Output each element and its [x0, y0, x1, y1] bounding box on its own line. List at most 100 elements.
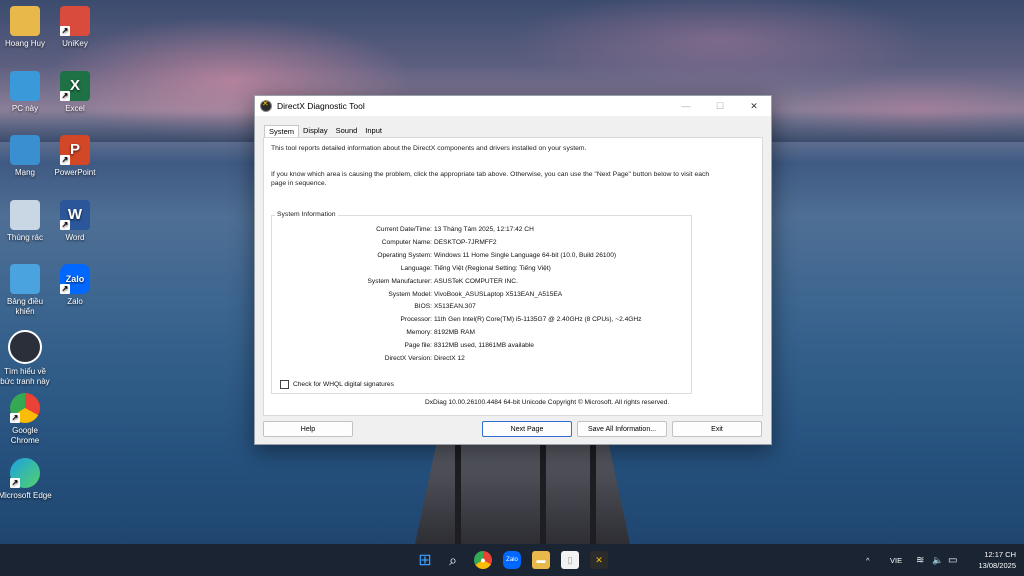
next-page-button[interactable]: Next Page [482, 421, 572, 437]
search-button[interactable]: ⌕ [444, 551, 462, 569]
desktop-icon[interactable]: W ↗ Word [47, 200, 103, 243]
input-language-indicator[interactable]: VIE [890, 544, 902, 576]
zalo-icon: Zalo [506, 557, 518, 563]
desktop-icon-label: Word [65, 233, 85, 242]
tab-input[interactable]: Input [361, 125, 386, 137]
system-info-value: VivoBook_ASUSLaptop X513EAN_A515EA [434, 290, 563, 298]
desktop-icon[interactable]: P ↗ PowerPoint [47, 135, 103, 178]
show-hidden-icons-button[interactable]: ^ [866, 544, 870, 576]
word-icon: W ↗ [60, 200, 90, 230]
system-info-row: Current Date/Time: 13 Tháng Tám 2025, 12:… [272, 226, 691, 238]
desktop-icon[interactable]: Tìm hiểu về bức tranh này [0, 330, 53, 387]
copyright-text: DxDiag 10.00.26100.4484 64-bit Unicode C… [425, 399, 670, 406]
system-info-value: Tiếng Việt (Regional Setting: Tiếng Việt… [434, 264, 551, 272]
wallpaper-pier [415, 443, 630, 544]
minimize-button[interactable]: — [669, 96, 703, 116]
battery-icon[interactable]: ▭ [948, 544, 957, 576]
whql-checkbox[interactable]: Check for WHQL digital signatures [280, 380, 394, 389]
zalo-icon: Zalo ↗ [60, 264, 90, 294]
system-info-value: DirectX 12 [434, 355, 465, 362]
desktop-icon[interactable]: ↗ UniKey [47, 6, 103, 49]
desktop-icon-label: Mạng [14, 168, 35, 177]
powerpoint-icon: P ↗ [60, 135, 90, 165]
dxdiag-taskbar[interactable]: ✕ [590, 551, 608, 569]
maximize-button[interactable]: ☐ [703, 96, 737, 116]
shortcut-arrow-icon: ↗ [60, 91, 70, 101]
desktop-icon[interactable]: X ↗ Excel [47, 71, 103, 114]
close-button[interactable]: ✕ [737, 96, 771, 116]
desktop-icon-label: Zalo [67, 297, 83, 306]
shortcut-arrow-icon: ↗ [60, 284, 70, 294]
windows-start-icon: ⊞ [418, 552, 432, 569]
chrome-icon: ● [480, 555, 486, 565]
tab-sound[interactable]: Sound [332, 125, 362, 137]
shortcut-arrow-icon: ↗ [60, 220, 70, 230]
pier-beam [540, 443, 546, 544]
system-info-row: Operating System: Windows 11 Home Single … [272, 252, 691, 264]
notepad-taskbar[interactable]: ▯ [561, 551, 579, 569]
system-info-label: Current Date/Time: [376, 226, 432, 233]
document-icon: ▯ [567, 554, 573, 565]
checkbox-box[interactable] [280, 380, 289, 389]
directx-icon: ✕ [595, 554, 603, 565]
desktop-icon[interactable]: Zalo ↗ Zalo [47, 264, 103, 307]
system-info-value: ASUSTeK COMPUTER INC. [434, 277, 518, 285]
desktop-icon[interactable]: ↗ Google Chrome [0, 393, 53, 446]
dxdiag-window: DirectX Diagnostic Tool — ☐ ✕ System Dis… [254, 95, 772, 445]
network-icon [10, 135, 40, 165]
start-button[interactable]: ⊞ [416, 551, 434, 569]
system-info-value: 8312MB used, 11861MB available [434, 342, 534, 350]
desktop-icon-label: UniKey [62, 39, 88, 48]
system-info-label: System Model: [388, 290, 432, 298]
desktop-icon-label: Google Chrome [10, 426, 40, 445]
desktop-icon-label: PC này [11, 104, 39, 113]
exit-button[interactable]: Exit [672, 421, 762, 437]
help-button[interactable]: Help [263, 421, 353, 437]
shortcut-arrow-icon: ↗ [60, 155, 70, 165]
tab-display[interactable]: Display [299, 125, 332, 137]
shortcut-arrow-icon: ↗ [10, 413, 20, 423]
desktop-icon[interactable]: Thùng rác [0, 200, 53, 243]
system-info-label: Language: [400, 264, 432, 272]
volume-icon[interactable]: 🔈 [932, 544, 943, 576]
learn-about-picture-icon [8, 330, 42, 364]
desktop-icon[interactable]: Mạng [0, 135, 53, 178]
directx-icon [260, 99, 272, 112]
control-panel-icon [10, 264, 40, 294]
clock-time: 12:17 CH [984, 550, 1016, 559]
desktop-icon[interactable]: Bảng điều khiển [0, 264, 53, 317]
system-info-label: Computer Name: [381, 238, 432, 246]
system-info-row: Computer Name: DESKTOP-7JRMFF2 [272, 239, 691, 251]
desktop-icon-label: Microsoft Edge [0, 491, 52, 500]
save-all-information-button[interactable]: Save All Information... [577, 421, 667, 437]
system-info-label: DirectX Version: [384, 355, 432, 362]
desktop-icon-label: PowerPoint [54, 168, 96, 177]
clock[interactable]: 12:17 CH 13/08/2025 [978, 549, 1016, 571]
system-info-row: Page file: 8312MB used, 11861MB available [272, 342, 691, 354]
excel-icon: X ↗ [60, 71, 90, 101]
unikey-icon: ↗ [60, 6, 90, 36]
system-tab-panel: This tool reports detailed information a… [263, 137, 763, 416]
folder-icon: ▬ [536, 555, 546, 565]
chrome-taskbar[interactable]: ● [474, 551, 492, 569]
shortcut-arrow-icon: ↗ [60, 26, 70, 36]
intro-text: This tool reports detailed information a… [271, 145, 587, 152]
system-info-row: Memory: 8192MB RAM [272, 329, 691, 341]
system-info-row: Processor: 11th Gen Intel(R) Core(TM) i5-… [272, 316, 691, 328]
desktop-icon[interactable]: ↗ Microsoft Edge [0, 458, 53, 501]
wifi-icon[interactable]: ≋ [916, 544, 924, 576]
folder-user-icon [10, 6, 40, 36]
system-info-value: Windows 11 Home Single Language 64-bit (… [434, 251, 617, 259]
system-info-row: System Model: VivoBook_ASUSLaptop X513EAN… [272, 291, 691, 303]
file-explorer-taskbar[interactable]: ▬ [532, 551, 550, 569]
title-bar[interactable]: DirectX Diagnostic Tool — ☐ ✕ [255, 96, 771, 116]
desktop-icon[interactable]: PC này [0, 71, 53, 114]
system-info-row: BIOS: X513EAN.307 [272, 303, 691, 315]
desktop-icon-label: Hoang Huy [4, 39, 46, 48]
desktop-icon[interactable]: Hoang Huy [0, 6, 53, 49]
desktop-icon-label: Thùng rác [6, 233, 44, 242]
system-info-label: Processor: [400, 316, 432, 324]
system-info-label: Operating System: [377, 251, 432, 259]
zalo-taskbar[interactable]: Zalo [503, 551, 521, 569]
shortcut-arrow-icon: ↗ [10, 478, 20, 488]
